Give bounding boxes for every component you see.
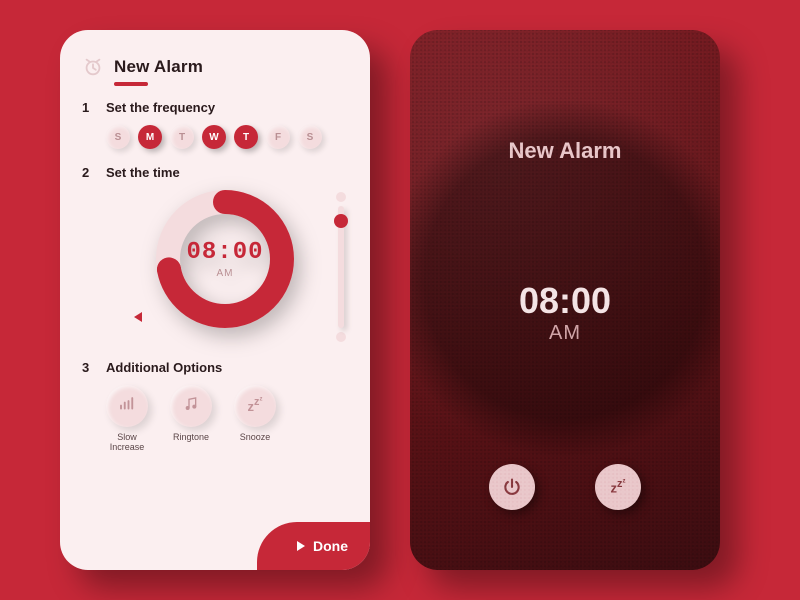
time-dial-zone: 08:00 AM [82,184,348,354]
option-button-0[interactable] [106,385,148,427]
dismiss-button[interactable] [489,464,535,510]
header: New Alarm [82,56,348,78]
step-2-header: 2 Set the time [82,165,348,180]
zzz-icon: zzz [611,478,626,495]
frequency-day-picker: SMTWTFS [106,125,348,149]
step-3-label: Additional Options [106,360,222,375]
dial-marker-icon [134,312,142,322]
dial-center: 08:00 AM [186,239,263,279]
time-dial[interactable]: 08:00 AM [150,184,300,334]
step-3-number: 3 [82,360,92,375]
slider-end-bottom [336,332,346,342]
slider-end-top [336,192,346,202]
option-label-2: Snooze [234,433,276,443]
alarm-settings-screen: New Alarm 1 Set the frequency SMTWTFS 2 … [60,30,370,570]
slider-rail[interactable] [338,206,344,328]
option-button-2[interactable]: zzz [234,385,276,427]
fine-adjust-slider[interactable] [334,192,348,342]
dial-ampm: AM [186,268,263,279]
option-zzz: zzz Snooze [234,385,276,453]
day-toggle-0[interactable]: S [106,125,130,149]
done-label: Done [313,538,348,554]
step-1-header: 1 Set the frequency [82,100,348,115]
ringing-time: 08:00 [410,280,720,322]
done-button[interactable]: Done [257,522,370,570]
step-1-number: 1 [82,100,92,115]
additional-options: SlowIncrease Ringtone zzz Snooze [106,385,348,453]
day-toggle-3[interactable]: W [202,125,226,149]
step-1-label: Set the frequency [106,100,215,115]
step-3-header: 3 Additional Options [82,360,348,375]
slider-thumb[interactable] [334,214,348,228]
zzz-icon: zzz [248,396,263,415]
bars-icon [118,395,136,418]
title-underline [114,82,148,86]
ringing-title: New Alarm [410,138,720,164]
option-button-1[interactable] [170,385,212,427]
day-toggle-4[interactable]: T [234,125,258,149]
day-toggle-5[interactable]: F [266,125,290,149]
snooze-button[interactable]: zzz [595,464,641,510]
option-label-0: SlowIncrease [106,433,148,453]
play-icon [297,541,305,551]
day-toggle-1[interactable]: M [138,125,162,149]
day-toggle-2[interactable]: T [170,125,194,149]
option-bars: SlowIncrease [106,385,148,453]
step-2-number: 2 [82,165,92,180]
option-label-1: Ringtone [170,433,212,443]
page-title: New Alarm [114,57,203,77]
step-2-label: Set the time [106,165,180,180]
alarm-clock-icon [82,56,104,78]
alarm-ringing-screen: New Alarm 08:00 AM zzz [410,30,720,570]
dial-time-value: 08:00 [186,239,263,266]
ringing-actions: zzz [410,464,720,510]
power-icon [502,477,522,497]
note-icon [183,396,199,417]
ringing-ampm: AM [410,322,720,345]
day-toggle-6[interactable]: S [298,125,322,149]
option-note: Ringtone [170,385,212,453]
